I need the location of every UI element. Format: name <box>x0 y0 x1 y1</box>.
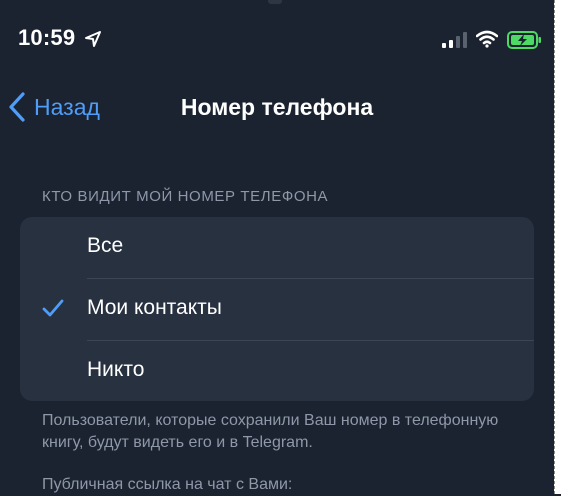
footer-note: Пользователи, которые сохранили Ваш номе… <box>42 412 499 451</box>
checkmark-icon <box>42 299 64 317</box>
location-arrow-icon <box>85 31 101 47</box>
public-link-label: Публичная ссылка на чат с Вами: <box>42 476 293 493</box>
option-nobody[interactable]: Никто <box>20 341 534 401</box>
option-my-contacts[interactable]: Мои контакты <box>20 279 534 340</box>
screenshot-edge <box>554 0 561 494</box>
page-title: Номер телефона <box>180 94 374 120</box>
option-everybody[interactable]: Все <box>20 217 534 278</box>
option-label: Никто <box>87 358 145 381</box>
option-label: Мои контакты <box>87 296 222 319</box>
wifi-icon <box>476 30 498 48</box>
phone-screen: 10:59 Назад Номер телефона КТО ВИДИТ МОЙ… <box>0 0 554 494</box>
cellular-signal-icon <box>442 32 467 48</box>
privacy-options-group: Все Мои контакты Никто <box>20 217 534 401</box>
option-label: Все <box>87 234 124 257</box>
battery-charging-icon <box>507 31 541 49</box>
section-header: КТО ВИДИТ МОЙ НОМЕР ТЕЛЕФОНА <box>42 188 329 205</box>
top-notch <box>268 0 282 4</box>
status-time: 10:59 <box>18 25 76 50</box>
